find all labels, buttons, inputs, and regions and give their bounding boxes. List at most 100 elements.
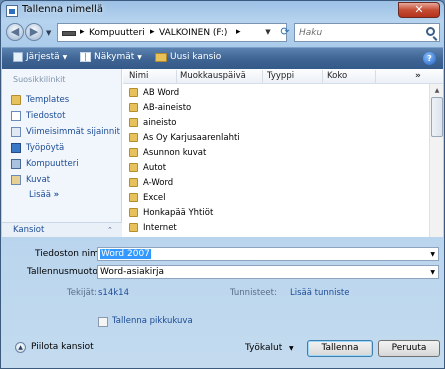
hide-folders-button[interactable]: Piilota kansiot: [31, 342, 94, 352]
organize-icon: [13, 52, 23, 62]
scrollbar-thumb[interactable]: [431, 97, 443, 137]
column-divider[interactable]: [176, 70, 177, 83]
save-thumbnail-checkbox[interactable]: [98, 317, 108, 327]
new-folder-button[interactable]: Uusi kansio: [155, 52, 221, 62]
column-divider[interactable]: [262, 70, 263, 83]
column-name[interactable]: Nimi: [129, 71, 148, 81]
list-item[interactable]: AB-aineisto: [129, 101, 191, 114]
file-name: As Oy Karjusaarenlahti: [143, 132, 240, 143]
chevron-down-icon[interactable]: ▼: [430, 269, 435, 276]
sidebar-item-computer[interactable]: Kompuutteri: [11, 157, 79, 171]
recent-pages-chevron-icon[interactable]: ▼: [46, 29, 51, 37]
search-placeholder: Haku: [299, 28, 323, 38]
save-thumbnail-label[interactable]: Tallenna pikkukuva: [112, 316, 193, 326]
list-item[interactable]: Autot: [129, 161, 166, 174]
address-bar[interactable]: ▸ Kompuutteri ▸ VALKOINEN (F:) ▸: [57, 23, 287, 42]
sidebar-item-recent-places[interactable]: Viimeisimmät sijainnit: [11, 125, 120, 139]
cancel-button[interactable]: Peruuta: [378, 340, 440, 357]
file-name: AB-aineisto: [143, 102, 192, 113]
breadcrumb-arrow-icon[interactable]: ▸: [80, 27, 85, 37]
back-arrow-icon: ◀: [10, 25, 20, 38]
column-size[interactable]: Koko: [327, 71, 347, 81]
tags-label: Tunnisteet:: [230, 288, 277, 298]
forward-arrow-icon: ▶: [29, 25, 39, 38]
filename-field[interactable]: Word 2007 ▼: [97, 247, 439, 261]
chevron-down-icon: ▼: [137, 53, 142, 61]
column-date-modified[interactable]: Muokkauspäivä: [180, 71, 246, 81]
sidebar-item-label: Tiedostot: [26, 111, 66, 121]
file-name: Honkapää Yhtiöt: [143, 207, 214, 218]
sidebar-item-desktop[interactable]: Työpöytä: [11, 141, 64, 155]
folders-label: Kansiot: [13, 225, 45, 235]
column-type[interactable]: Tyyppi: [267, 71, 294, 81]
list-item[interactable]: Internet: [129, 221, 177, 234]
chevron-down-icon[interactable]: ▼: [289, 345, 294, 352]
column-header: Nimi Muokkauspäivä Tyyppi Koko »: [123, 69, 443, 84]
recent-places-icon: [11, 127, 21, 137]
breadcrumb-computer[interactable]: Kompuutteri: [89, 28, 145, 38]
navigation-pane: Suosikkilinkit Templates Tiedostot Viime…: [2, 69, 122, 237]
double-chevron-icon: »: [53, 190, 60, 200]
list-item[interactable]: Asunnon kuvat: [129, 146, 206, 159]
list-item[interactable]: As Oy Karjusaarenlahti: [129, 131, 240, 144]
folder-icon: [129, 88, 138, 97]
views-button[interactable]: Näkymät ▼: [80, 52, 142, 62]
toolbar: Järjestä ▼ Näkymät ▼ Uusi kansio ?: [2, 47, 443, 69]
address-dropdown-icon[interactable]: ▼: [262, 24, 274, 41]
window-title: Tallenna nimellä: [22, 4, 103, 15]
list-item[interactable]: Excel: [129, 191, 166, 204]
new-folder-label: Uusi kansio: [170, 52, 222, 62]
breadcrumb-drive[interactable]: VALKOINEN (F:): [159, 28, 227, 38]
sidebar-item-pictures[interactable]: Kuvat: [11, 173, 50, 187]
column-divider[interactable]: [322, 70, 323, 83]
folder-icon: [129, 223, 138, 232]
search-input[interactable]: Haku: [294, 23, 440, 42]
help-icon[interactable]: ?: [423, 52, 436, 65]
authors-value[interactable]: s14k14: [98, 288, 129, 298]
sidebar-item-label: Kompuutteri: [26, 159, 79, 169]
breadcrumb-arrow-icon[interactable]: ▸: [236, 27, 241, 37]
format-select[interactable]: Word-asiakirja ▼: [97, 265, 439, 279]
list-item[interactable]: AB Word: [129, 86, 179, 99]
save-button[interactable]: Tallenna: [307, 340, 373, 357]
vertical-scrollbar[interactable]: ▲: [429, 84, 443, 237]
folder-icon: [129, 133, 138, 142]
chevron-down-icon[interactable]: ▼: [430, 251, 435, 258]
more-columns-icon[interactable]: »: [415, 71, 421, 81]
drive-icon: [62, 31, 76, 36]
add-tag-link[interactable]: Lisää tunniste: [290, 288, 350, 298]
sidebar-item-label: Kuvat: [26, 175, 51, 185]
breadcrumb-arrow-icon[interactable]: ▸: [150, 27, 155, 37]
views-icon: [80, 52, 91, 62]
column-divider[interactable]: [375, 70, 376, 83]
file-name: aineisto: [143, 117, 177, 128]
filename-label: Tiedoston nimi:: [35, 249, 105, 259]
list-item[interactable]: Honkapää Yhtiöt: [129, 206, 213, 219]
filename-value: Word 2007: [100, 249, 151, 259]
folder-icon: [129, 103, 138, 112]
organize-button[interactable]: Järjestä ▼: [13, 52, 67, 62]
list-item[interactable]: aineisto: [129, 116, 177, 129]
file-name: A-Word: [143, 177, 174, 188]
more-label: Lisää: [29, 190, 51, 200]
list-item[interactable]: A-Word: [129, 176, 173, 189]
sidebar-item-documents[interactable]: Tiedostot: [11, 109, 65, 123]
close-button[interactable]: ✕: [398, 2, 440, 18]
tools-button[interactable]: Työkalut: [245, 343, 282, 353]
window-icon: [6, 5, 18, 17]
format-label: Tallennusmuoto:: [27, 267, 101, 277]
back-button[interactable]: ◀: [6, 23, 24, 41]
views-label: Näkymät: [94, 52, 135, 62]
folder-icon: [129, 178, 138, 187]
refresh-icon[interactable]: ⟳: [276, 24, 294, 41]
file-name: AB Word: [143, 87, 180, 98]
chevron-up-icon[interactable]: ▲: [15, 342, 26, 353]
forward-button[interactable]: ▶: [25, 23, 43, 41]
scroll-up-icon[interactable]: ▲: [431, 84, 443, 97]
folders-toggle[interactable]: Kansiot ⌃: [2, 222, 122, 237]
close-icon: ✕: [414, 3, 424, 16]
sidebar-item-templates[interactable]: Templates: [11, 93, 69, 107]
sidebar-more-link[interactable]: Lisää »: [29, 190, 59, 200]
favorites-heading: Suosikkilinkit: [13, 75, 66, 84]
search-icon[interactable]: [426, 27, 435, 36]
